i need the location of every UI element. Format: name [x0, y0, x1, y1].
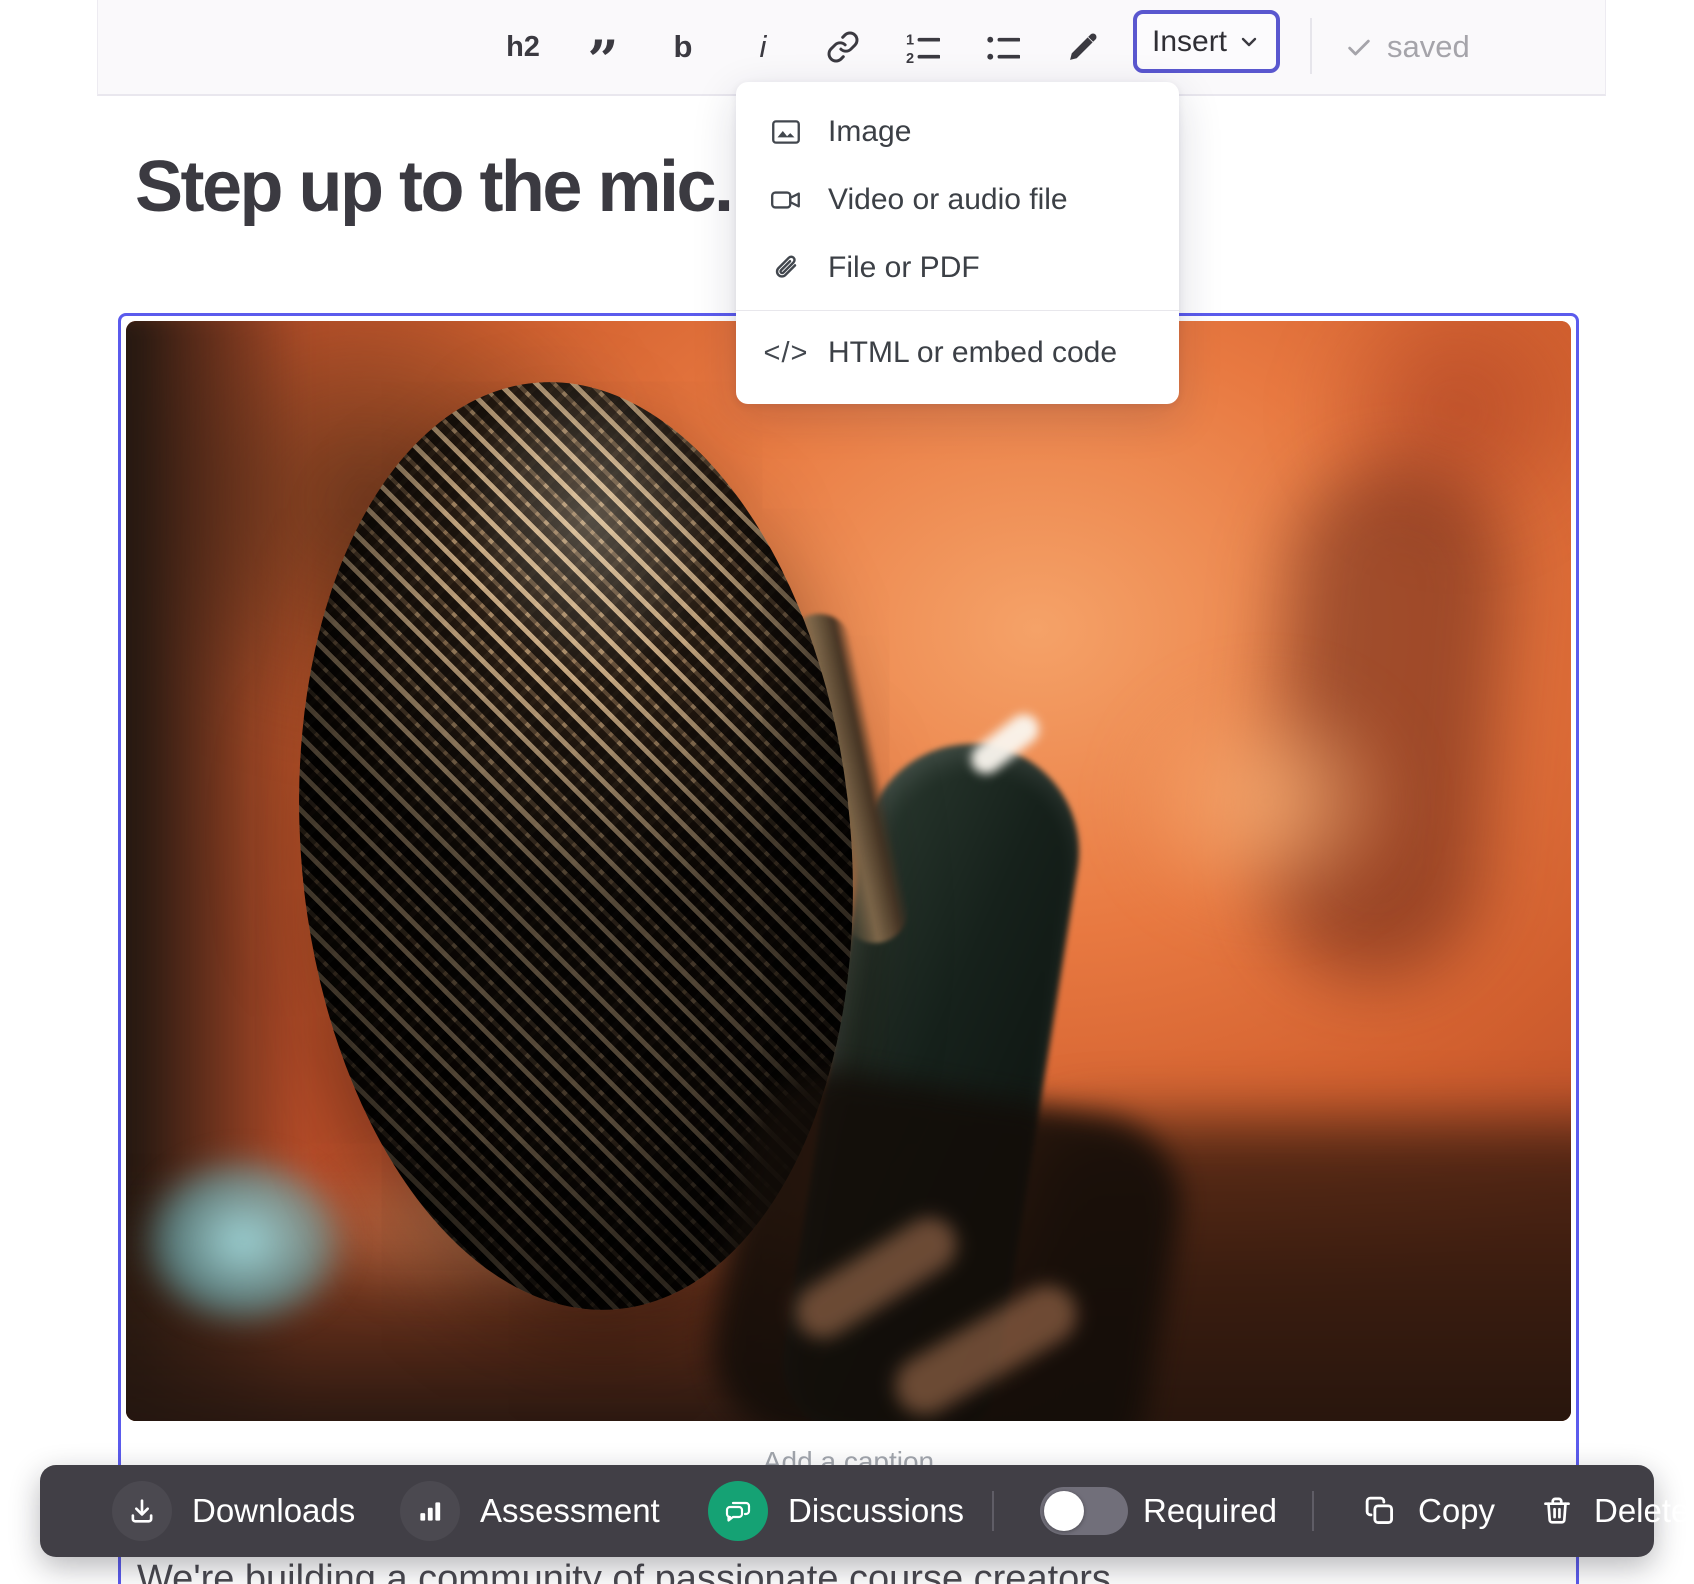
delete-label: Delete — [1594, 1492, 1689, 1530]
blockquote-button[interactable]: ” — [581, 21, 625, 73]
menu-item-label: File or PDF — [828, 251, 980, 285]
ordered-list-button[interactable]: 1 2 — [901, 21, 945, 73]
menu-item-image[interactable]: Image — [736, 98, 1179, 166]
lesson-title[interactable]: Step up to the mic... — [135, 146, 767, 228]
ordered-list-icon: 1 2 — [906, 30, 940, 64]
chat-bubbles-icon — [708, 1481, 768, 1541]
menu-item-embed[interactable]: </> HTML or embed code — [736, 319, 1179, 387]
chevron-down-icon — [1237, 30, 1261, 54]
menu-item-label: Image — [828, 115, 911, 149]
microphone-image[interactable] — [126, 321, 1571, 1421]
bullet-list-icon — [986, 30, 1020, 64]
check-icon — [1345, 33, 1373, 61]
delete-button[interactable]: Delete — [1540, 1465, 1689, 1557]
downloads-label: Downloads — [192, 1492, 355, 1530]
bullet-list-button[interactable] — [981, 21, 1025, 73]
block-toolbar-divider — [1312, 1491, 1314, 1531]
heading2-button[interactable]: h2 — [501, 21, 545, 73]
insert-button-label: Insert — [1152, 25, 1227, 59]
assessment-button[interactable]: Assessment — [400, 1465, 660, 1557]
assessment-label: Assessment — [480, 1492, 660, 1530]
copy-button[interactable]: Copy — [1362, 1465, 1495, 1557]
menu-item-label: Video or audio file — [828, 183, 1068, 217]
copy-label: Copy — [1418, 1492, 1495, 1530]
video-icon — [766, 183, 806, 217]
toolbar-divider — [1310, 18, 1312, 74]
link-icon — [826, 30, 860, 64]
paperclip-icon — [766, 251, 806, 285]
downloads-button[interactable]: Downloads — [112, 1465, 355, 1557]
insert-button[interactable]: Insert — [1133, 10, 1280, 73]
save-status-label: saved — [1387, 29, 1470, 65]
save-status: saved — [1345, 0, 1470, 94]
svg-text:1: 1 — [906, 33, 914, 49]
copy-icon — [1362, 1493, 1398, 1529]
menu-item-file[interactable]: File or PDF — [736, 234, 1179, 302]
image-icon — [766, 115, 806, 149]
menu-item-label: HTML or embed code — [828, 336, 1117, 370]
toggle-knob — [1044, 1491, 1084, 1531]
pencil-icon — [1067, 31, 1099, 63]
link-button[interactable] — [821, 21, 865, 73]
highlight-button[interactable] — [1061, 21, 1105, 73]
block-toolbar-divider — [992, 1491, 994, 1531]
discussions-label: Discussions — [788, 1492, 964, 1530]
trash-icon — [1540, 1494, 1574, 1528]
insert-menu: Image Video or audio file File or PDF </… — [736, 82, 1179, 404]
menu-item-video[interactable]: Video or audio file — [736, 166, 1179, 234]
italic-button[interactable]: i — [741, 21, 785, 73]
discussions-button[interactable]: Discussions — [708, 1465, 964, 1557]
bold-button[interactable]: b — [661, 21, 705, 73]
required-label: Required — [1143, 1465, 1277, 1557]
required-toggle[interactable] — [1040, 1487, 1128, 1535]
svg-text:2: 2 — [906, 51, 914, 64]
bar-chart-icon — [400, 1481, 460, 1541]
code-icon: </> — [766, 337, 806, 370]
download-icon — [112, 1481, 172, 1541]
block-toolbar: Downloads Assessment Discussions Require… — [40, 1465, 1654, 1557]
menu-separator — [736, 310, 1179, 311]
